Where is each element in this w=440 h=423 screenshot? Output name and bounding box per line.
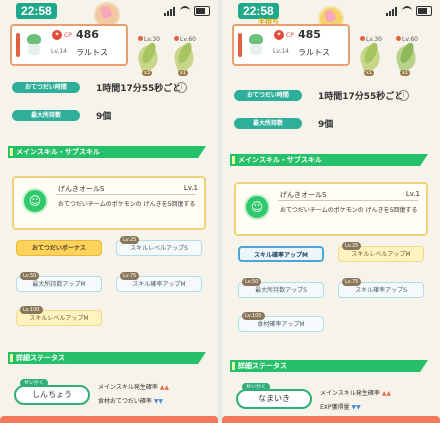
nature-value[interactable]: なまいき	[236, 389, 312, 409]
main-skill-name: げんきオールS	[58, 185, 105, 193]
effect-row: EXP獲得量 ▼▼	[320, 402, 361, 411]
interval-value: 1時間17分55秒ごと	[318, 92, 404, 102]
tile-level: Lv.30	[360, 36, 382, 43]
signal-icon	[386, 6, 398, 16]
main-skill-level: Lv.1	[183, 184, 198, 192]
subskill-level-tag: Lv.25	[120, 236, 140, 244]
effect-label: EXP獲得量	[320, 404, 350, 411]
subskill-level-tag: Lv.75	[120, 272, 140, 280]
info-icon[interactable]: i	[176, 82, 187, 93]
smiley-face-icon: ☺	[244, 194, 270, 220]
capacity-label: 最大所持数	[234, 118, 302, 129]
tile-count: x1	[178, 70, 189, 76]
bottom-bar	[222, 416, 440, 423]
interval-label: おてつだい時間	[12, 82, 80, 93]
effect-row: メインスキル発生確率 ▲▲	[320, 388, 391, 397]
capacity-label: 最大所持数	[12, 110, 80, 121]
subskill-level-tag: Lv.25	[342, 242, 362, 250]
interval-value: 1時間17分55秒ごと	[96, 84, 182, 94]
ralts-sprite	[24, 32, 44, 56]
info-icon[interactable]: i	[398, 90, 409, 101]
divider	[56, 194, 196, 195]
ralts-sprite	[246, 32, 266, 56]
pokemon-name: ラルトス	[298, 48, 330, 57]
status-icons	[164, 6, 210, 16]
clock: 22:58	[16, 3, 57, 19]
effect-label: 食材おてつだい確率	[98, 398, 152, 405]
level-badge: Lv.14	[273, 48, 289, 55]
tile-count: x3	[142, 70, 153, 76]
subskill-item[interactable]: スキル確率アップM	[238, 246, 324, 262]
subskill-level-tag: Lv.100	[242, 312, 265, 320]
bottom-bar	[0, 416, 218, 423]
section-details-header: 詳細ステータス	[230, 360, 428, 372]
wifi-icon	[402, 6, 412, 16]
wifi-icon	[180, 6, 190, 16]
main-skill-name: げんきオールS	[280, 191, 327, 199]
signal-icon	[164, 6, 176, 16]
evolution-tile[interactable]: Lv.60 x1	[170, 36, 198, 78]
status-icons	[386, 6, 432, 16]
interval-label: おてつだい時間	[234, 90, 302, 101]
nature-tag: せいかく	[242, 383, 271, 391]
up-arrow-icon: ▲▲	[381, 390, 392, 397]
tile-level: Lv.30	[138, 36, 160, 43]
card-marker	[238, 33, 242, 57]
battery-icon	[416, 6, 432, 16]
helper-pokemon-card[interactable]: ✦ CP 485 Lv.14 ラルトス	[232, 24, 350, 66]
screen-left: 22:58 ✦ CP 486 Lv.14 ラルトス Lv.30 x3 Lv.60	[0, 0, 218, 423]
card-marker	[16, 33, 20, 57]
main-skill-description: おてつだいチームのポケモンの げんきを5回復する	[280, 207, 418, 214]
effect-label: メインスキル発生確率	[320, 390, 380, 397]
effect-row: メインスキル発生確率 ▲▲	[98, 382, 169, 391]
evolution-tile[interactable]: Lv.30 x1	[356, 36, 384, 78]
pokemon-name: ラルトス	[76, 48, 108, 57]
evolution-tile[interactable]: Lv.60 x1	[392, 36, 420, 78]
section-details-header: 詳細ステータス	[8, 352, 206, 364]
subskill-level-tag: Lv.50	[242, 278, 262, 286]
down-arrow-icon: ▼▼	[351, 404, 361, 411]
effect-row: 食材おてつだい確率 ▼▼	[98, 396, 163, 405]
cp-value: 485	[298, 28, 321, 41]
subskill-level-tag: Lv.75	[342, 278, 362, 286]
tile-count: x1	[364, 70, 375, 76]
subskill-level-tag: Lv.100	[20, 306, 43, 314]
section-skills-header: メインスキル・サブスキル	[8, 146, 206, 158]
tile-level: Lv.60	[174, 36, 196, 43]
smiley-face-icon: ☺	[22, 188, 48, 214]
tile-count: x1	[400, 70, 411, 76]
subskill-item[interactable]: おてつだいボーナス	[16, 240, 102, 256]
cp-label: CP	[286, 32, 294, 39]
nature-value[interactable]: しんちょう	[14, 385, 90, 405]
tile-level: Lv.60	[396, 36, 418, 43]
down-arrow-icon: ▼▼	[153, 398, 164, 405]
divider	[278, 200, 418, 201]
helper-pokemon-card[interactable]: ✦ CP 486 Lv.14 ラルトス	[10, 24, 128, 66]
cp-icon: ✦	[274, 30, 284, 40]
subskill-level-tag: Lv.50	[20, 272, 40, 280]
main-skill-card[interactable]: ☺ げんきオールS Lv.1 おてつだいチームのポケモンの げんきを5回復する	[234, 182, 428, 236]
up-arrow-icon: ▲▲	[159, 384, 170, 391]
effect-label: メインスキル発生確率	[98, 384, 158, 391]
level-badge: Lv.14	[51, 48, 67, 55]
nature-tag: せいかく	[20, 379, 49, 387]
main-skill-level: Lv.1	[405, 190, 420, 198]
section-skills-header: メインスキル・サブスキル	[230, 154, 428, 166]
capacity-value: 9個	[318, 120, 334, 130]
evolution-tile[interactable]: Lv.30 x3	[134, 36, 162, 78]
capacity-value: 9個	[96, 112, 112, 122]
battery-icon	[194, 6, 210, 16]
main-skill-description: おてつだいチームのポケモンの げんきを5回復する	[58, 201, 196, 208]
main-skill-card[interactable]: ☺ げんきオールS Lv.1 おてつだいチームのポケモンの げんきを5回復する	[12, 176, 206, 230]
screen-right: 22:58 手持ち ✦ CP 485 Lv.14 ラルトス Lv.30 x1 L	[222, 0, 440, 423]
cp-icon: ✦	[52, 30, 62, 40]
cp-label: CP	[64, 32, 72, 39]
cp-value: 486	[76, 28, 99, 41]
